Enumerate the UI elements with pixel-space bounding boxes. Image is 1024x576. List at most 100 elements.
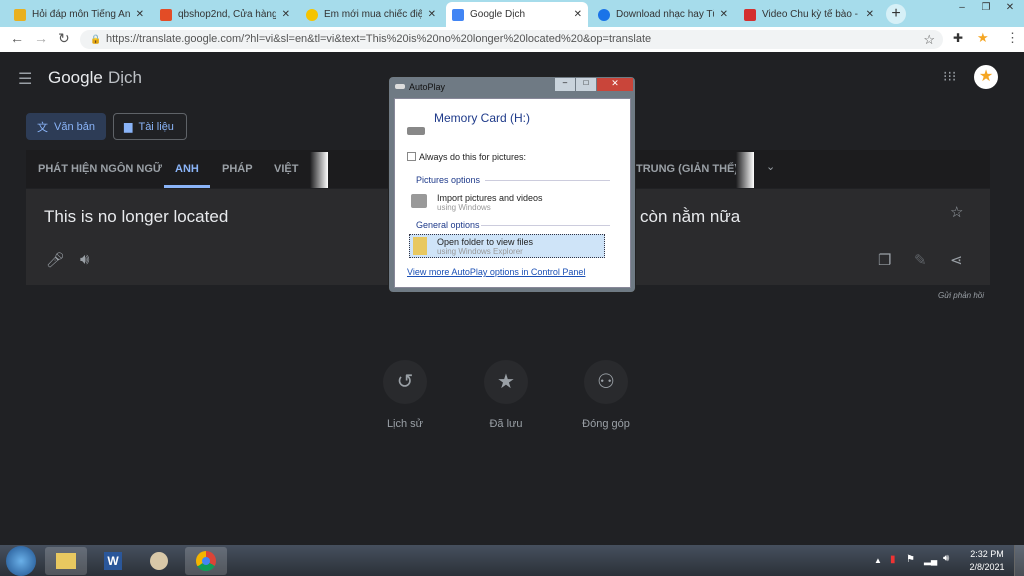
forward-icon[interactable]: → xyxy=(34,30,48,46)
pictures-options-header: Pictures options xyxy=(416,175,481,185)
star-icon[interactable]: ☆ xyxy=(950,203,963,221)
contribute-button[interactable]: ⚇ Đóng góp xyxy=(566,360,646,430)
history-button[interactable]: ↺ Lịch sử xyxy=(365,360,445,430)
share-icon[interactable]: ⋖ xyxy=(950,251,963,269)
browser-tab[interactable]: Download nhạc hay Từ Đ ✕ xyxy=(592,2,734,27)
mode-document-button[interactable]: ▆ Tài liệu xyxy=(113,113,187,140)
browser-tab-active[interactable]: Google Dịch ✕ xyxy=(446,2,588,27)
volume-icon[interactable]: 🔊︎ xyxy=(943,553,949,564)
target-text: còn nằm nữa xyxy=(640,207,741,226)
start-button[interactable] xyxy=(6,546,36,576)
maximize-button[interactable]: □ xyxy=(576,78,596,91)
logo-product-text: Dịch xyxy=(108,68,143,87)
google-translate-favicon-icon xyxy=(452,8,464,21)
divider xyxy=(485,180,610,181)
chrome-taskbar-icon[interactable] xyxy=(185,547,227,575)
divider xyxy=(481,225,610,226)
apps-grid-icon[interactable]: ⁝⁝⁝ xyxy=(943,68,956,85)
close-window-button[interactable]: ✕ xyxy=(998,0,1022,16)
word-taskbar-icon[interactable]: W xyxy=(92,547,134,575)
extensions-icon[interactable]: ✚ xyxy=(953,31,963,45)
browser-tab[interactable]: Hỏi đáp môn Tiếng Anh ✕ xyxy=(8,2,150,27)
minimize-button[interactable]: – xyxy=(555,78,575,91)
clock-time: 2:32 PM xyxy=(970,549,1004,559)
control-panel-link[interactable]: View more AutoPlay options in Control Pa… xyxy=(407,267,585,277)
chevron-down-icon[interactable]: ⌄ xyxy=(766,160,775,173)
paint-taskbar-icon[interactable] xyxy=(138,547,180,575)
close-icon[interactable]: ✕ xyxy=(428,9,436,20)
browser-tab[interactable]: Video Chu kỳ tế bào - Q ✕ xyxy=(738,2,880,27)
url-text: https://translate.google.com/?hl=vi&sl=e… xyxy=(106,33,652,45)
new-tab-button[interactable]: + xyxy=(886,4,906,24)
microphone-icon[interactable]: 🎤︎ xyxy=(46,251,65,269)
saved-label: Đã lưu xyxy=(489,418,523,430)
tab-title: Download nhạc hay Từ Đ xyxy=(616,9,714,20)
back-icon[interactable]: ← xyxy=(10,30,24,46)
close-icon[interactable]: ✕ xyxy=(720,9,728,20)
menu-icon[interactable]: ⋮ xyxy=(1006,30,1019,46)
always-checkbox[interactable] xyxy=(407,152,416,161)
scroll-fade xyxy=(310,152,328,188)
speaker-icon[interactable]: 🔊︎ xyxy=(80,251,89,268)
tab-title: Em mới mua chiếc điện xyxy=(324,9,422,20)
document-icon: ▆ xyxy=(124,121,133,133)
browser-tab[interactable]: qbshop2nd, Cửa hàng trực ✕ xyxy=(154,2,296,27)
browser-tab[interactable]: Em mới mua chiếc điện ✕ xyxy=(300,2,442,27)
close-icon[interactable]: ✕ xyxy=(574,9,582,20)
scroll-fade xyxy=(736,152,754,188)
lang-french[interactable]: PHÁP xyxy=(222,163,253,175)
mode-label: Tài liệu xyxy=(138,120,174,133)
history-label: Lịch sử xyxy=(386,418,424,430)
extension-star-icon[interactable]: ★ xyxy=(977,30,989,46)
show-desktop-button[interactable] xyxy=(1014,545,1024,576)
clock[interactable]: 2:32 PM 2/8/2021 xyxy=(966,549,1008,572)
lock-icon: 🔒 xyxy=(90,34,102,44)
tab-title: Google Dịch xyxy=(470,9,526,20)
open-folder-label: Open folder to view files xyxy=(437,237,534,247)
open-folder-option[interactable]: Open folder to view files using Windows … xyxy=(409,234,605,258)
lang-chinese-simplified[interactable]: TRUNG (GIẢN THỂ) xyxy=(636,163,738,175)
battery-icon[interactable]: ▮ xyxy=(890,554,896,565)
mode-text-button[interactable]: 文 Văn bản xyxy=(26,113,106,140)
active-lang-indicator xyxy=(164,185,210,188)
lang-vietnamese[interactable]: VIỆT xyxy=(274,163,298,175)
tab-strip: Hỏi đáp môn Tiếng Anh ✕ qbshop2nd, Cửa hà… xyxy=(0,0,1024,27)
device-name: Memory Card (H:) xyxy=(434,111,531,125)
star-icon: ★ xyxy=(484,360,528,404)
network-icon[interactable]: ▂▄ xyxy=(924,555,937,566)
show-hidden-icons[interactable]: ▲ xyxy=(874,556,882,565)
drive-icon xyxy=(395,84,405,89)
tab-title: qbshop2nd, Cửa hàng trực xyxy=(178,9,276,20)
hamburger-menu-icon[interactable]: ☰ xyxy=(18,69,32,89)
edit-icon[interactable]: ✎ xyxy=(914,251,927,269)
minimize-button[interactable]: – xyxy=(950,0,974,16)
import-sub: using Windows xyxy=(437,203,491,212)
avatar[interactable]: ★ xyxy=(974,65,998,89)
mode-label: Văn bản xyxy=(54,120,95,133)
lang-detect[interactable]: PHÁT HIỆN NGÔN NGỮ xyxy=(38,163,162,175)
close-button[interactable]: ✕ xyxy=(597,78,633,91)
dialog-title: AutoPlay xyxy=(409,82,446,92)
feedback-link[interactable]: Gửi phản hồi xyxy=(938,291,984,300)
reload-icon[interactable]: ↻ xyxy=(58,30,70,47)
maximize-button[interactable]: ❐ xyxy=(974,0,998,16)
copy-icon[interactable]: ❐ xyxy=(878,251,891,269)
bookmark-star-icon[interactable]: ☆ xyxy=(923,30,935,49)
action-center-flag-icon[interactable]: ⚑ xyxy=(906,554,915,565)
address-bar[interactable]: 🔒 https://translate.google.com/?hl=vi&sl=… xyxy=(80,30,943,49)
lang-english[interactable]: ANH xyxy=(175,163,199,175)
close-icon[interactable]: ✕ xyxy=(282,9,290,20)
close-icon[interactable]: ✕ xyxy=(136,9,144,20)
close-icon[interactable]: ✕ xyxy=(866,9,874,20)
explorer-taskbar-icon[interactable] xyxy=(45,547,87,575)
import-option[interactable]: Import pictures and videos xyxy=(437,193,543,203)
favicon-icon xyxy=(160,8,172,21)
source-text[interactable]: This is no longer located xyxy=(44,207,228,227)
favicon-icon xyxy=(14,8,26,21)
translate-icon: 文 xyxy=(37,121,48,134)
contribute-label: Đóng góp xyxy=(582,418,630,430)
saved-button[interactable]: ★ Đã lưu xyxy=(466,360,546,430)
people-icon: ⚇ xyxy=(584,360,628,404)
autoplay-dialog: AutoPlay – □ ✕ Memory Card (H:) Always d… xyxy=(388,76,636,293)
folder-icon xyxy=(413,237,427,255)
